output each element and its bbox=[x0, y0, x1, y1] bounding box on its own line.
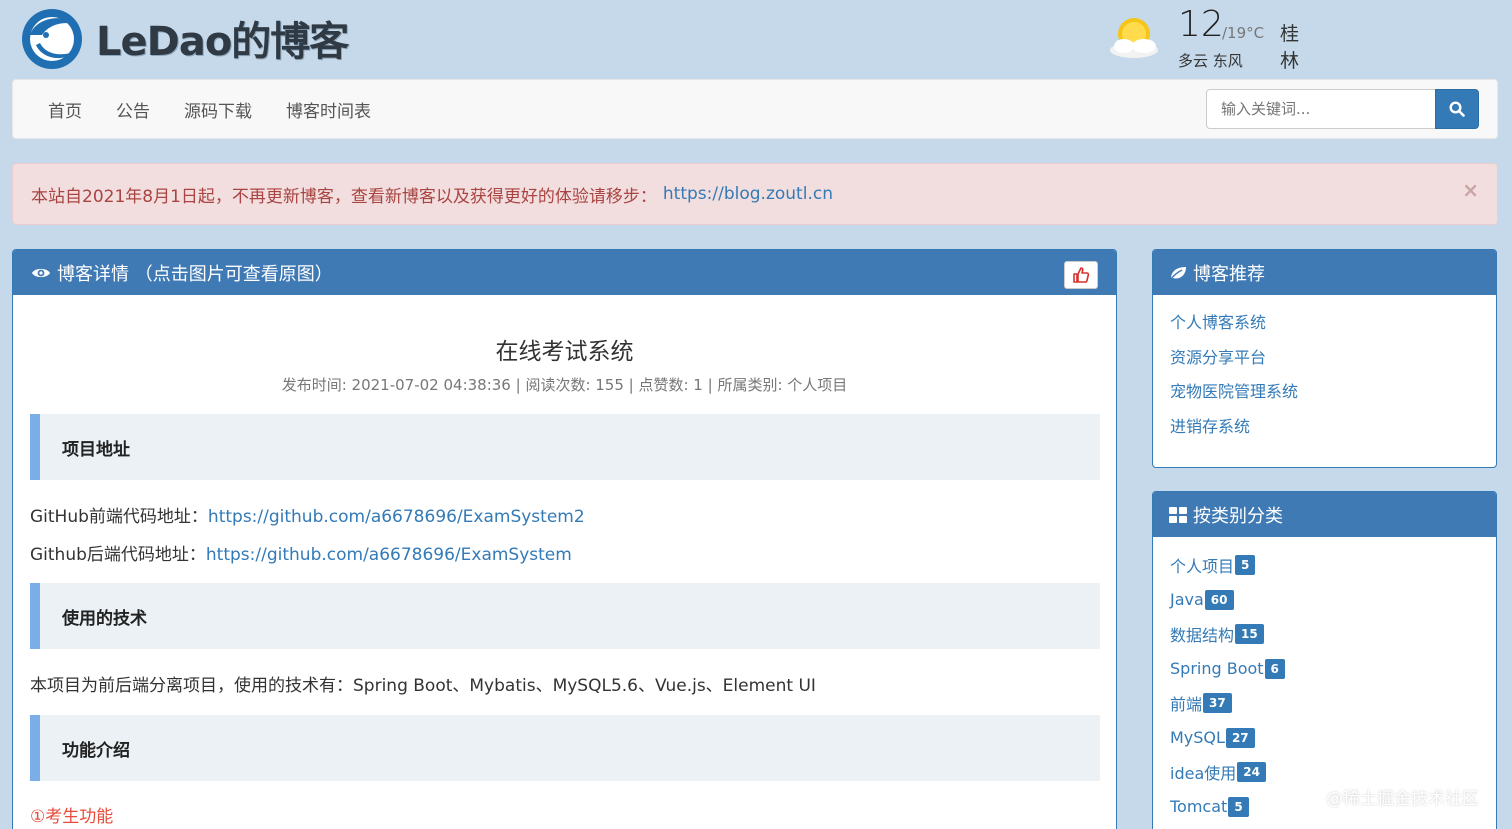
nav-item-home[interactable]: 首页 bbox=[31, 97, 99, 122]
article-panel-title: 博客详情 （点击图片可查看原图） bbox=[57, 263, 333, 285]
recommend-item[interactable]: 资源分享平台 bbox=[1170, 341, 1479, 376]
category-count-badge: 27 bbox=[1225, 727, 1255, 748]
site-logo[interactable]: LeDao的博客 bbox=[16, 4, 349, 72]
nav-item-source-download[interactable]: 源码下载 bbox=[167, 97, 269, 122]
logo-text: LeDao的博客 bbox=[96, 19, 349, 65]
partly-cloudy-icon bbox=[1110, 18, 1158, 58]
article-panel-heading: 博客详情 （点击图片可查看原图） bbox=[13, 250, 1116, 295]
notice-alert: 本站自2021年8月1日起，不再更新博客，查看新博客以及获得更好的体验请移步： … bbox=[12, 163, 1498, 225]
search-button[interactable] bbox=[1435, 89, 1479, 129]
new-blog-link[interactable]: https://blog.zoutl.cn bbox=[663, 184, 833, 204]
category-item[interactable]: 前端 37 bbox=[1170, 686, 1479, 721]
category-name: MySQL bbox=[1170, 728, 1225, 748]
category-name: 前端 bbox=[1170, 695, 1203, 715]
category-panel-heading: 按类别分类 bbox=[1153, 492, 1496, 537]
recommend-panel-heading: 博客推荐 bbox=[1153, 250, 1496, 295]
site-header: LeDao的博客 12 /19°C 桂林 多云 东风 bbox=[0, 0, 1512, 78]
current-temperature: 12 bbox=[1178, 4, 1224, 45]
github-front-link[interactable]: https://github.com/a6678696/ExamSystem2 bbox=[208, 507, 585, 527]
weather-city[interactable]: 桂林 bbox=[1280, 19, 1299, 73]
category-name: 个人项目 bbox=[1170, 557, 1235, 577]
recommend-item[interactable]: 宠物医院管理系统 bbox=[1170, 375, 1479, 410]
alert-text: 本站自2021年8月1日起，不再更新博客，查看新博客以及获得更好的体验请移步： bbox=[31, 186, 657, 207]
category-count-badge: 37 bbox=[1203, 693, 1232, 714]
thumbs-up-icon bbox=[1073, 267, 1090, 283]
category-count-badge: 6 bbox=[1264, 658, 1285, 679]
nav-item-announcement[interactable]: 公告 bbox=[99, 97, 167, 122]
github-front-line: GitHub前端代码地址：https://github.com/a6678696… bbox=[30, 502, 585, 527]
recommend-item[interactable]: 个人博客系统 bbox=[1170, 306, 1479, 341]
category-name: Java bbox=[1170, 590, 1204, 610]
category-count-badge: 5 bbox=[1235, 555, 1256, 576]
nav-item-timeline[interactable]: 博客时间表 bbox=[269, 97, 388, 122]
category-count-badge: 5 bbox=[1228, 796, 1249, 817]
github-back-link[interactable]: https://github.com/a6678696/ExamSystem bbox=[206, 545, 572, 565]
category-name: Spring Boot bbox=[1170, 659, 1264, 679]
tech-description: 本项目为前后端分离项目，使用的技术有：Spring Boot、Mybatis、M… bbox=[30, 676, 816, 696]
watermark: @稀土掘金技术社区 bbox=[1326, 789, 1479, 809]
category-count-badge: 15 bbox=[1235, 624, 1264, 645]
alert-close-button[interactable]: × bbox=[1462, 178, 1479, 202]
github-front-label: GitHub前端代码地址： bbox=[30, 507, 208, 527]
category-item[interactable]: 数据结构 15 bbox=[1170, 617, 1479, 652]
recommend-title: 博客推荐 bbox=[1193, 263, 1265, 285]
category-item[interactable]: Java 60 bbox=[1170, 583, 1479, 618]
github-back-label: Github后端代码地址： bbox=[30, 545, 206, 565]
github-back-line: Github后端代码地址：https://github.com/a6678696… bbox=[30, 540, 572, 565]
recommend-item[interactable]: 进销存系统 bbox=[1170, 410, 1479, 445]
category-panel: 按类别分类 个人项目 5 Java 60 数据结构 15 Spring Boot 6 前… bbox=[1152, 491, 1497, 829]
navbar: 首页 公告 源码下载 博客时间表 bbox=[12, 79, 1498, 139]
article-meta: 发布时间: 2021-07-02 04:38:36 | 阅读次数: 155 | … bbox=[281, 376, 848, 394]
search-icon bbox=[1449, 101, 1465, 117]
category-name: Tomcat bbox=[1170, 797, 1228, 817]
category-title: 按类别分类 bbox=[1193, 505, 1283, 527]
section-heading-features: 功能介绍 bbox=[30, 715, 1100, 781]
temperature-range: /19°C bbox=[1222, 24, 1265, 42]
dolphin-logo-icon bbox=[22, 9, 82, 69]
category-count-badge: 60 bbox=[1204, 589, 1234, 610]
eye-icon bbox=[31, 266, 51, 280]
search-form bbox=[1206, 89, 1479, 129]
search-input[interactable] bbox=[1206, 89, 1435, 129]
category-item[interactable]: MySQL 27 bbox=[1170, 721, 1479, 756]
article-panel: 博客详情 （点击图片可查看原图） 在线考试系统 发布时间: 2021-07-02… bbox=[12, 249, 1117, 829]
section-heading-technologies: 使用的技术 bbox=[30, 583, 1100, 649]
nav-menu: 首页 公告 源码下载 博客时间表 bbox=[31, 80, 388, 138]
like-button[interactable] bbox=[1064, 261, 1098, 289]
category-name: idea使用 bbox=[1170, 764, 1237, 784]
feature-student: ①考生功能 bbox=[30, 807, 114, 827]
category-item[interactable]: 个人项目 5 bbox=[1170, 548, 1479, 583]
grid-icon bbox=[1169, 506, 1187, 523]
recommend-list: 个人博客系统 资源分享平台 宠物医院管理系统 进销存系统 bbox=[1153, 295, 1496, 444]
leaf-icon bbox=[1169, 265, 1187, 281]
category-count-badge: 24 bbox=[1237, 762, 1266, 783]
category-item[interactable]: Spring Boot 6 bbox=[1170, 652, 1479, 687]
section-heading-project-address: 项目地址 bbox=[30, 414, 1100, 480]
article-title: 在线考试系统 bbox=[495, 339, 634, 365]
category-list: 个人项目 5 Java 60 数据结构 15 Spring Boot 6 前端 37 My… bbox=[1153, 537, 1496, 824]
category-name: 数据结构 bbox=[1170, 626, 1235, 646]
weather-condition: 多云 东风 bbox=[1178, 52, 1243, 70]
recommend-panel: 博客推荐 个人博客系统 资源分享平台 宠物医院管理系统 进销存系统 bbox=[1152, 249, 1497, 468]
